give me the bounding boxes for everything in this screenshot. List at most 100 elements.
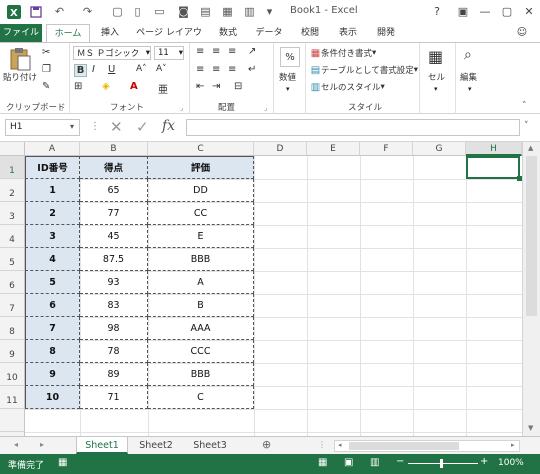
tab-file[interactable]: ファイル <box>0 24 42 42</box>
table-cell[interactable]: BBB <box>148 248 254 271</box>
horizontal-scrollbar[interactable]: ◂ ▸ <box>334 440 520 452</box>
column-header-f[interactable]: F <box>360 142 413 156</box>
tab-insert[interactable]: 挿入 <box>92 24 128 42</box>
form-icon[interactable]: ▦ <box>220 4 235 19</box>
row-header-6[interactable]: 6 <box>0 271 25 294</box>
scroll-right-icon[interactable]: ▸ <box>511 441 515 449</box>
close-icon[interactable]: ✕ <box>518 2 540 20</box>
align-bottom-icon[interactable]: ≡ <box>228 46 236 57</box>
align-right-icon[interactable]: ≡ <box>228 64 236 75</box>
new-sheet-icon[interactable]: ⊕ <box>262 438 271 451</box>
worksheet-grid[interactable]: ABCDEFGH 1 2 3 4 5 6 7 8 9 10 11 ID番号 得点 評価 1 65 DD 2 77 C… <box>0 142 540 436</box>
table-cell[interactable]: 89 <box>80 363 148 386</box>
copy-icon[interactable]: ❐ <box>42 64 51 75</box>
customize-qat-icon[interactable]: ▾ <box>262 4 277 19</box>
align-left-icon[interactable]: ≡ <box>196 64 204 75</box>
zoom-out-icon[interactable]: − <box>396 456 404 467</box>
scroll-left-icon[interactable]: ◂ <box>338 441 342 449</box>
row-header-3[interactable]: 3 <box>0 202 25 225</box>
macro-record-icon[interactable]: ▦ <box>58 457 67 468</box>
align-center-icon[interactable]: ≡ <box>212 64 220 75</box>
phonetic-icon[interactable]: 亜 <box>158 81 168 96</box>
table-cell[interactable]: E <box>148 225 254 248</box>
dialog-launcher-icon[interactable]: ⌟ <box>60 104 63 112</box>
italic-button[interactable]: I <box>92 64 95 75</box>
column-header-e[interactable]: E <box>307 142 360 156</box>
table-cell[interactable]: DD <box>148 179 254 202</box>
format-as-table-button[interactable]: ▤ テーブルとして書式設定 ▾ <box>310 64 418 77</box>
column-header-c[interactable]: C <box>148 142 254 156</box>
bold-button[interactable]: B <box>74 64 87 77</box>
column-header-h[interactable]: H <box>466 142 522 156</box>
table-cell[interactable]: 71 <box>80 386 148 409</box>
active-cell-h1[interactable] <box>466 156 520 179</box>
undo-icon[interactable]: ↶ <box>52 4 67 19</box>
table-cell[interactable]: 10 <box>25 386 80 409</box>
table-cell[interactable]: 45 <box>80 225 148 248</box>
cells-button[interactable]: セル <box>428 71 445 83</box>
increase-font-icon[interactable]: A˄ <box>136 64 147 74</box>
align-top-icon[interactable]: ≡ <box>196 46 204 57</box>
save-icon[interactable] <box>28 4 43 19</box>
table-cell[interactable]: B <box>148 294 254 317</box>
increase-indent-icon[interactable]: ⇥ <box>212 81 220 92</box>
chevron-down-icon[interactable]: ▾ <box>70 122 74 131</box>
row-header-7[interactable]: 7 <box>0 294 25 317</box>
horizontal-scroll-thumb[interactable] <box>349 442 459 450</box>
collapse-ribbon-icon[interactable]: ˄ <box>522 101 527 111</box>
table-cell[interactable]: 9 <box>25 363 80 386</box>
decrease-font-icon[interactable]: A˅ <box>156 64 167 74</box>
name-box[interactable]: H1 <box>5 119 80 136</box>
expand-formula-icon[interactable]: ˅ <box>524 121 529 131</box>
formula-input[interactable] <box>186 119 520 136</box>
sheet-tab-sheet1[interactable]: Sheet1 <box>76 437 128 454</box>
tab-formulas[interactable]: 数式 <box>210 24 246 42</box>
cut-icon[interactable]: ✂ <box>42 47 50 58</box>
scroll-down-icon[interactable]: ▼ <box>528 424 533 432</box>
row-header-5[interactable]: 5 <box>0 248 25 271</box>
tab-developer[interactable]: 開発 <box>368 24 404 42</box>
font-name-dropdown[interactable]: ＭＳ Ｐゴシック ▾ <box>73 46 151 60</box>
row-header-1[interactable]: 1 <box>0 156 25 179</box>
row-header-4[interactable]: 4 <box>0 225 25 248</box>
help-icon[interactable]: ? <box>426 2 448 20</box>
dialog-launcher-icon[interactable]: ⌟ <box>180 104 183 112</box>
zoom-in-icon[interactable]: + <box>480 456 488 467</box>
fill-color-icon[interactable]: ◈ <box>102 81 110 92</box>
table-cell[interactable]: 77 <box>80 202 148 225</box>
table-cell[interactable]: A <box>148 271 254 294</box>
table-cell[interactable]: 78 <box>80 340 148 363</box>
table-cell[interactable]: C <box>148 386 254 409</box>
font-size-dropdown[interactable]: 11 ▾ <box>154 46 184 60</box>
ribbon-display-icon[interactable]: ▣ <box>452 2 474 20</box>
table-cell[interactable]: 4 <box>25 248 80 271</box>
table-cell[interactable]: 6 <box>25 294 80 317</box>
table-cell[interactable]: 5 <box>25 271 80 294</box>
vertical-scroll-thumb[interactable] <box>526 156 537 316</box>
merge-center-icon[interactable]: ⊟ <box>234 81 242 92</box>
row-header-2[interactable]: 2 <box>0 179 25 202</box>
column-header-b[interactable]: B <box>80 142 148 156</box>
wrap-text-icon[interactable]: ↵ <box>248 64 256 75</box>
font-color-icon[interactable]: A <box>130 81 138 92</box>
table-cell[interactable]: 2 <box>25 202 80 225</box>
row-header-9[interactable]: 9 <box>0 340 25 363</box>
sheet-tab-sheet3[interactable]: Sheet3 <box>184 437 236 454</box>
table-cell[interactable]: 1 <box>25 179 80 202</box>
table-header-cell[interactable]: ID番号 <box>25 156 80 179</box>
tab-home[interactable]: ホーム <box>46 24 90 42</box>
vertical-scrollbar[interactable]: ▲ ▼ <box>522 142 540 436</box>
orientation-icon[interactable]: ↗ <box>248 46 256 57</box>
table-cell[interactable]: 3 <box>25 225 80 248</box>
maximize-icon[interactable]: ▢ <box>496 2 518 20</box>
table-cell[interactable]: CCC <box>148 340 254 363</box>
table-cell[interactable]: 65 <box>80 179 148 202</box>
prev-sheet-icon[interactable]: ◂ <box>14 440 18 449</box>
tab-review[interactable]: 校閲 <box>292 24 328 42</box>
paste-button[interactable]: 貼り付け <box>3 47 37 83</box>
table-cell[interactable]: 8 <box>25 340 80 363</box>
zoom-slider-thumb[interactable] <box>440 459 443 468</box>
enter-icon[interactable]: ✓ <box>136 118 149 136</box>
conditional-format-button[interactable]: ▦ 条件付き書式 ▾ <box>310 47 377 60</box>
paste-qat-icon[interactable]: ▤ <box>198 4 213 19</box>
